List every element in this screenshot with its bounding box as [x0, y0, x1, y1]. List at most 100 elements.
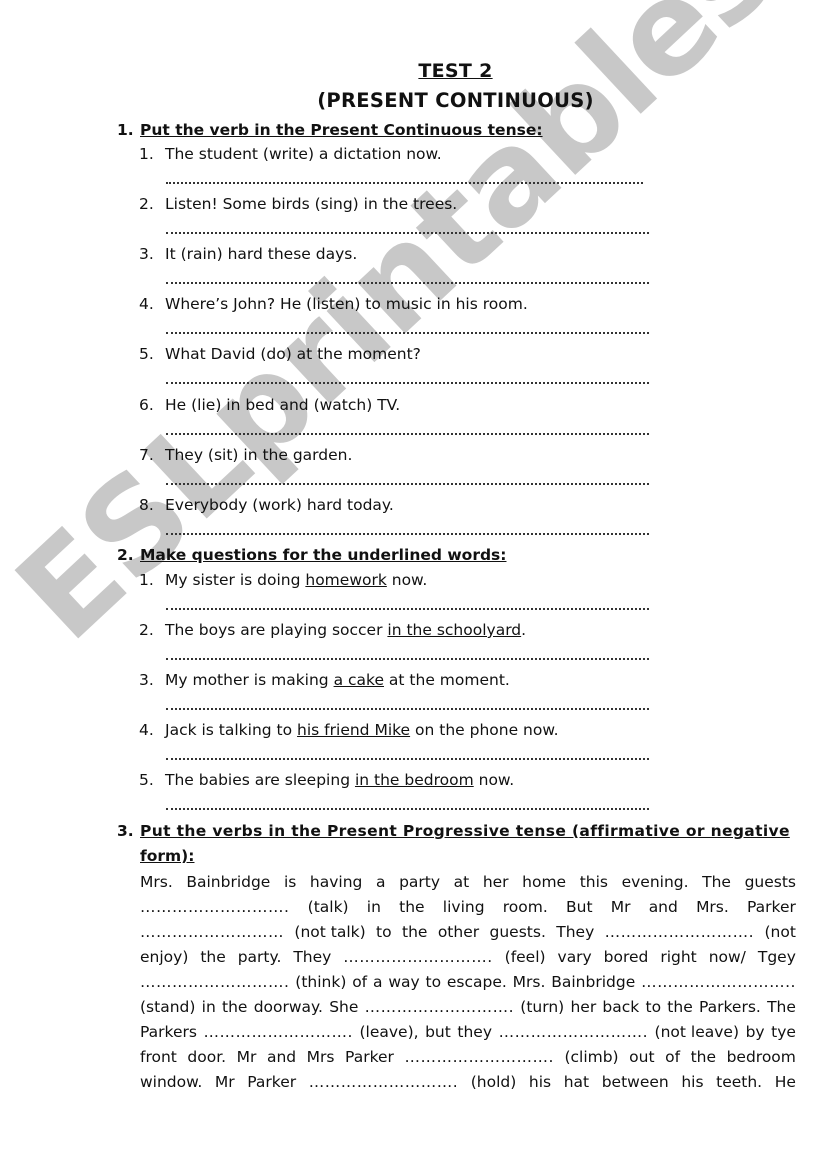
section-2-heading: 2. Make questions for the underlined word… — [117, 546, 506, 564]
paragraph-word: home — [522, 873, 567, 891]
paragraph-word: the — [690, 1048, 717, 1066]
worksheet-title: TEST 2 — [418, 60, 493, 82]
answer-line[interactable] — [166, 708, 649, 710]
paragraph-word: they — [457, 1023, 493, 1041]
paragraph-word: vary — [557, 948, 592, 966]
paragraph-word: guests — [744, 873, 796, 891]
paragraph-word: He — [774, 1073, 796, 1091]
paragraph-word: Mr — [214, 1073, 235, 1091]
exercise-item: 2. Listen! Some birds (sing) in the trees… — [139, 195, 457, 213]
answer-blank[interactable]: ………………………. — [140, 970, 289, 995]
paragraph-word: living — [442, 898, 485, 916]
paragraph-word: in — [366, 898, 381, 916]
paragraph-word: They — [293, 948, 332, 966]
paragraph-word: right — [660, 948, 697, 966]
answer-line[interactable] — [166, 608, 649, 610]
paragraph-word: Tgey — [757, 948, 796, 966]
paragraph-word: enjoy) — [140, 948, 189, 966]
paragraph-word: tye — [771, 1023, 796, 1041]
item-text: It (rain) hard these days. — [165, 245, 358, 263]
paragraph-word: the — [667, 998, 693, 1016]
answer-line[interactable] — [166, 182, 643, 184]
answer-line[interactable] — [166, 433, 649, 435]
item-number: 4. — [139, 295, 154, 313]
answer-blank[interactable]: ………………………. — [404, 1045, 553, 1070]
underlined-words: a cake — [333, 671, 384, 689]
paragraph-word: the — [399, 898, 425, 916]
paragraph-word: way — [388, 973, 420, 991]
item-text: now. — [473, 771, 515, 789]
exercise-item: 4. Where’s John? He (listen) to music in … — [139, 295, 528, 313]
paragraph-word: (not talk) — [294, 923, 366, 941]
answer-blank[interactable]: ……………………….. — [641, 970, 796, 995]
item-number: 1. — [139, 571, 154, 589]
section-number: 3. — [117, 822, 134, 840]
paragraph-word: the — [200, 948, 226, 966]
item-number: 6. — [139, 396, 154, 414]
item-text: They (sit) in the garden. — [165, 446, 353, 464]
paragraph-line: ………………………. (think) of a way to escape. Mrs. Bain… — [140, 970, 796, 995]
exercise-item: 3. My mother is making a cake at the mome… — [139, 671, 510, 689]
paragraph-word: her — [482, 873, 509, 891]
paragraph-word: (think) — [295, 973, 347, 991]
paragraph-word: (climb) — [564, 1048, 619, 1066]
answer-blank[interactable]: ………………………. — [343, 945, 492, 970]
paragraph-word: doorway. — [253, 998, 323, 1016]
paragraph-word: between — [601, 1073, 669, 1091]
answer-blank[interactable]: ………………………. — [309, 1070, 458, 1095]
paragraph-line: (stand) in the doorway. She………………………. (turn) h… — [140, 995, 796, 1020]
answer-line[interactable] — [166, 658, 649, 660]
paragraph-line: Mrs. Bainbridge is having a party at her home thi… — [140, 870, 796, 895]
answer-blank[interactable]: ………………………. — [203, 1020, 352, 1045]
answer-line[interactable] — [166, 758, 649, 760]
paragraph-word: is — [283, 873, 297, 891]
exercise-item: 8. Everybody (work) hard today. — [139, 496, 394, 514]
paragraph-word: now/ — [708, 948, 746, 966]
answer-line[interactable] — [166, 282, 649, 284]
answer-line[interactable] — [166, 232, 649, 234]
worksheet-subtitle: (PRESENT CONTINUOUS) — [317, 89, 594, 112]
paragraph-line: ………………………. (talk) in the living room. But Mr and… — [140, 895, 796, 920]
item-text: The boys are playing soccer — [165, 621, 388, 639]
answer-line[interactable] — [166, 533, 649, 535]
underlined-words: in the schoolyard — [387, 621, 522, 639]
exercise-item: 1. The student (write) a dictation now. — [139, 145, 442, 163]
answer-blank[interactable]: ………………………. — [365, 995, 514, 1020]
underlined-words: in the bedroom — [354, 771, 474, 789]
paragraph-word: window. — [140, 1073, 203, 1091]
paragraph-word: Mrs. — [696, 898, 729, 916]
paragraph-line: ……………………… (not talk) to the other guests. They… — [140, 920, 796, 945]
paragraph-word: But — [565, 898, 593, 916]
paragraph-word: room. — [502, 898, 548, 916]
paragraph-word: Mrs. — [140, 873, 173, 891]
answer-blank[interactable]: ………………………. — [605, 920, 754, 945]
item-text: My sister is doing — [165, 571, 306, 589]
answer-blank[interactable]: ……………………… — [140, 920, 284, 945]
exercise-item: 5. The babies are sleeping in the bedroom… — [139, 771, 514, 789]
answer-line[interactable] — [166, 483, 649, 485]
paragraph-word: front — [140, 1048, 177, 1066]
paragraph-word: door. — [187, 1048, 227, 1066]
paragraph-line: Parkers ………………………. (leave), but they ……………………… — [140, 1020, 796, 1045]
paragraph-line: window. Mr Parker………………………. (hold) his hat bet… — [140, 1070, 796, 1095]
paragraph-word: of — [665, 1048, 681, 1066]
item-text: The student (write) a dictation now. — [165, 145, 442, 163]
paragraph-word: evening. — [621, 873, 689, 891]
paragraph-word: Parkers. — [698, 998, 761, 1016]
answer-blank[interactable]: ………………………. — [499, 1020, 648, 1045]
item-number: 2. — [139, 621, 154, 639]
answer-line[interactable] — [166, 382, 649, 384]
answer-line[interactable] — [166, 808, 649, 810]
paragraph-word: bored — [603, 948, 649, 966]
paragraph-word: by — [745, 1023, 765, 1041]
item-text: Where’s John? He (listen) to music in hi… — [165, 295, 528, 313]
exercise-item: 3. It (rain) hard these days. — [139, 245, 357, 263]
paragraph-word: (talk) — [307, 898, 349, 916]
exercise-item: 5. What David (do) at the moment? — [139, 345, 421, 363]
paragraph-word: party. — [237, 948, 282, 966]
item-number: 4. — [139, 721, 154, 739]
answer-line[interactable] — [166, 332, 649, 334]
paragraph-word: (stand) — [140, 998, 196, 1016]
answer-blank[interactable]: ………………………. — [140, 895, 289, 920]
paragraph-word: (leave), — [359, 1023, 419, 1041]
